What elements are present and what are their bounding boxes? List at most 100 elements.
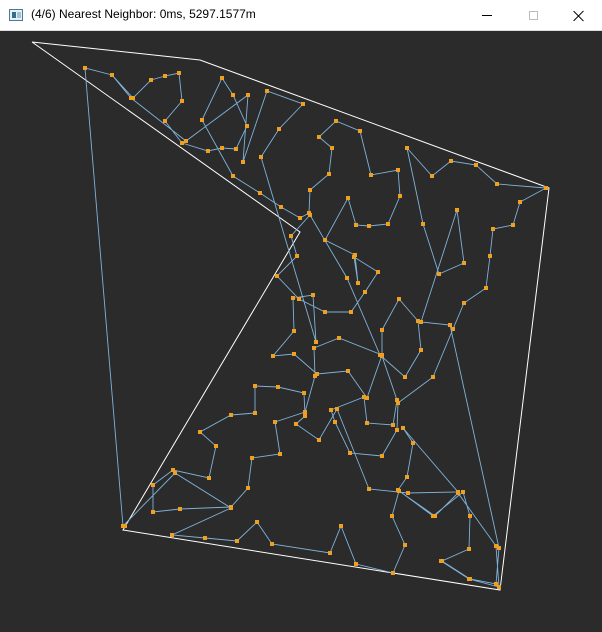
waypoint-node	[220, 146, 224, 150]
waypoint-node	[253, 411, 257, 415]
waypoint-node	[367, 487, 371, 491]
waypoint-node	[163, 119, 167, 123]
waypoint-node	[289, 234, 293, 238]
waypoint-node	[123, 524, 127, 528]
waypoint-node	[271, 354, 275, 358]
waypoint-node	[214, 444, 218, 448]
waypoint-node	[323, 310, 327, 314]
waypoint-node	[396, 168, 400, 172]
waypoint-node	[163, 74, 167, 78]
minimize-button[interactable]	[464, 0, 510, 31]
waypoint-node	[292, 352, 296, 356]
waypoint-node	[358, 129, 362, 133]
close-icon	[573, 10, 585, 22]
waypoint-node	[297, 297, 301, 301]
maximize-button[interactable]	[510, 0, 556, 31]
waypoint-node	[421, 222, 425, 226]
waypoint-node	[314, 340, 318, 344]
waypoint-node	[317, 438, 321, 442]
waypoint-node	[129, 96, 133, 100]
waypoint-node	[455, 208, 459, 212]
waypoint-node	[433, 514, 437, 518]
waypoint-node	[170, 533, 174, 537]
waypoint-node	[246, 486, 250, 490]
waypoint-node	[149, 78, 153, 82]
waypoint-node	[462, 261, 466, 265]
waypoint-node	[431, 375, 435, 379]
waypoint-node	[276, 385, 280, 389]
waypoint-node	[311, 293, 315, 297]
waypoint-node	[308, 188, 312, 192]
waypoint-node	[405, 475, 409, 479]
waypoint-node	[391, 571, 395, 575]
waypoint-node	[180, 141, 184, 145]
waypoint-node	[177, 71, 181, 75]
waypoint-node	[178, 507, 182, 511]
waypoint-node	[339, 524, 343, 528]
waypoint-node	[265, 89, 269, 93]
waypoint-node	[354, 562, 358, 566]
waypoint-node	[110, 73, 114, 77]
waypoint-node	[462, 301, 466, 305]
waypoint-node	[253, 384, 257, 388]
waypoint-node	[220, 76, 224, 80]
waypoint-node	[467, 547, 471, 551]
waypoint-node	[398, 194, 402, 198]
waypoint-node	[346, 196, 350, 200]
waypoint-node	[369, 173, 373, 177]
waypoint-node	[386, 222, 390, 226]
waypoint-node	[234, 147, 238, 151]
waypoint-node	[203, 536, 207, 540]
waypoint-node	[151, 510, 155, 514]
waypoint-node	[291, 296, 295, 300]
waypoint-node	[354, 223, 358, 227]
waypoint-node	[334, 119, 338, 123]
waypoint-node	[406, 491, 410, 495]
waypoint-node	[544, 186, 548, 190]
waypoint-node	[397, 489, 401, 493]
waypoint-node	[235, 539, 239, 543]
waypoint-node	[246, 93, 250, 97]
waypoint-node	[411, 441, 415, 445]
waypoint-node	[270, 542, 274, 546]
waypoint-node	[295, 254, 299, 258]
waypoint-node	[363, 290, 367, 294]
waypoint-node	[380, 353, 384, 357]
title-bar[interactable]: (4/6) Nearest Neighbor: 0ms, 5297.1577m	[0, 0, 602, 31]
waypoint-node	[345, 276, 349, 280]
waypoint-node	[491, 227, 495, 231]
waypoint-node	[396, 401, 400, 405]
waypoint-node	[83, 66, 87, 70]
route-canvas	[31, 41, 550, 591]
waypoint-node	[365, 421, 369, 425]
waypoint-node	[250, 456, 254, 460]
waypoint-node	[474, 163, 478, 167]
waypoint-node	[365, 396, 369, 400]
waypoint-node	[484, 286, 488, 290]
waypoint-node	[231, 93, 235, 97]
waypoint-node	[273, 420, 277, 424]
waypoint-node	[255, 520, 259, 524]
waypoint-node	[349, 310, 353, 314]
waypoint-node	[198, 430, 202, 434]
close-button[interactable]	[556, 0, 602, 31]
waypoint-node	[405, 146, 409, 150]
waypoint-node	[245, 124, 249, 128]
waypoint-node	[206, 149, 210, 153]
waypoint-node	[456, 491, 460, 495]
waypoint-node	[151, 483, 155, 487]
waypoint-node	[367, 224, 371, 228]
waypoint-node	[348, 451, 352, 455]
waypoint-node	[337, 336, 341, 340]
waypoint-node	[180, 99, 184, 103]
minimize-icon	[482, 15, 492, 16]
waypoint-node	[298, 216, 302, 220]
waypoint-node	[494, 544, 498, 548]
waypoint-node	[207, 476, 211, 480]
waypoint-node	[173, 471, 177, 475]
waypoint-node	[511, 223, 515, 227]
waypoint-node	[451, 327, 455, 331]
waypoint-node	[229, 413, 233, 417]
waypoint-node	[327, 172, 331, 176]
waypoint-node	[352, 255, 356, 259]
